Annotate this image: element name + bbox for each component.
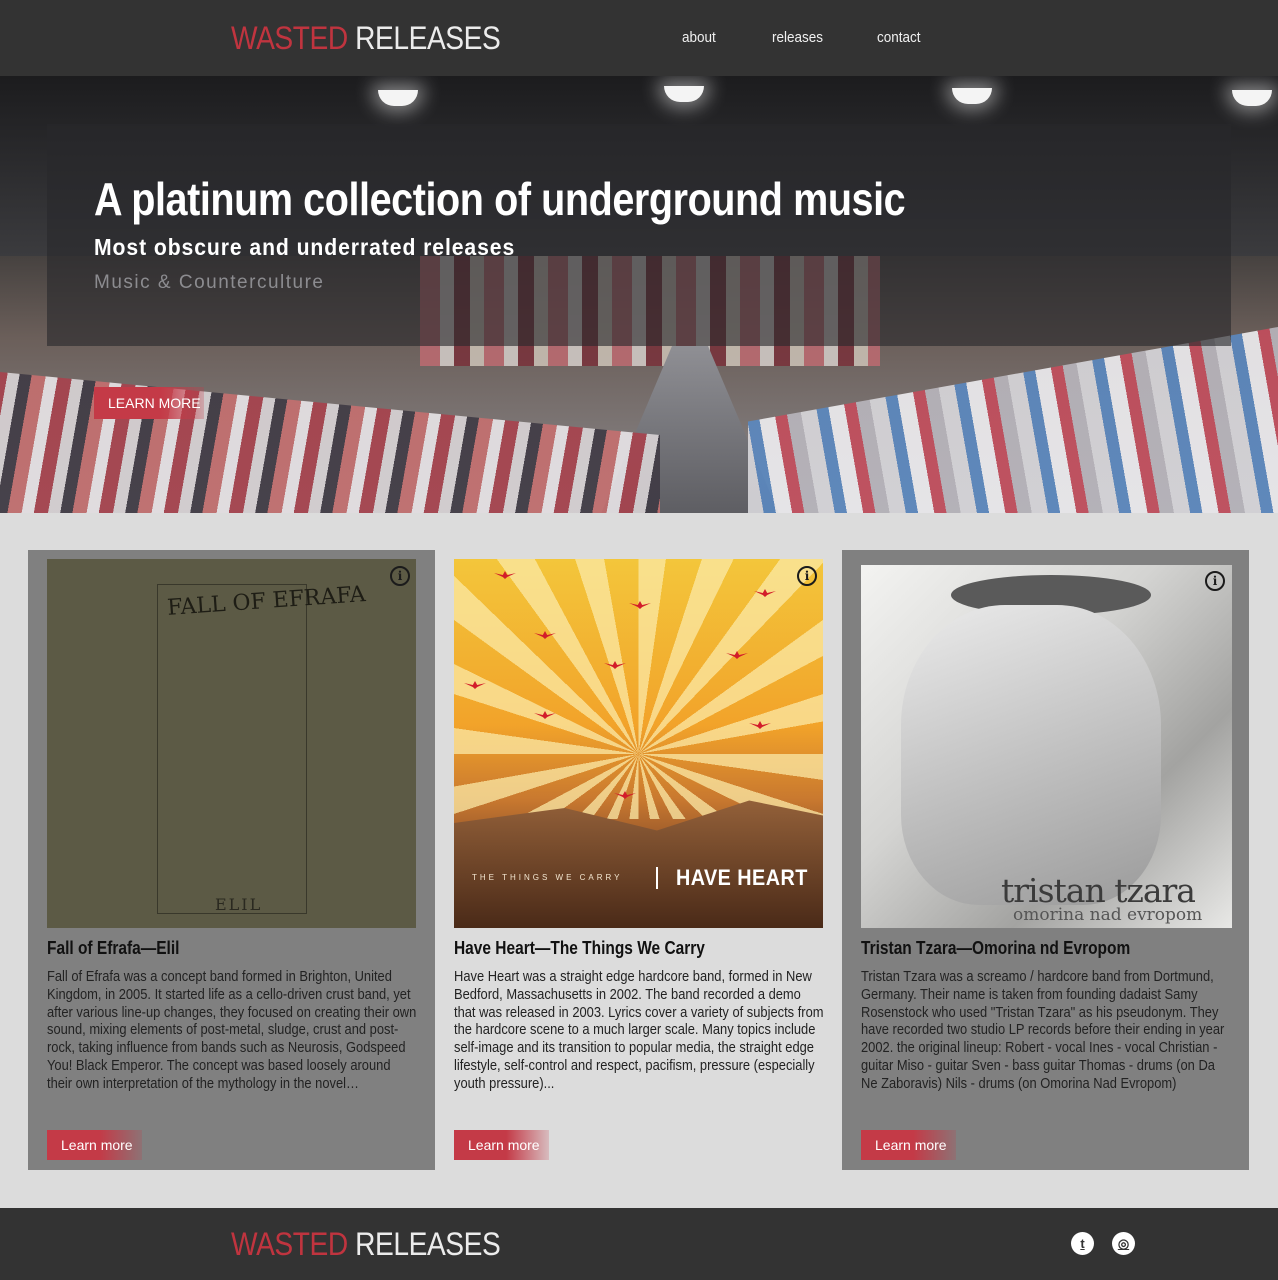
hero-subtitle: Most obscure and underrated releases xyxy=(94,234,516,260)
release-title: Tristan Tzara—Omorina nd Evropom xyxy=(861,938,1131,958)
logo-word-releases: RELEASES xyxy=(355,1226,501,1262)
album-cover-album-text: omorina nad evropom xyxy=(1013,905,1203,925)
learn-more-button[interactable]: Learn more xyxy=(47,1130,142,1160)
logo-word-wasted: WASTED xyxy=(231,1226,348,1262)
site-header: WASTED RELEASES about releases contact xyxy=(0,0,1278,76)
footer-logo[interactable]: WASTED RELEASES xyxy=(231,1224,501,1264)
album-cover-band-text: HAVE HEART xyxy=(676,865,808,890)
release-card-have-heart: THE THINGS WE CARRY HAVE HEART i Have He… xyxy=(435,550,842,1170)
album-cover-hand xyxy=(901,605,1161,905)
album-cover-sunburst xyxy=(454,559,823,819)
nav-about-link[interactable]: about xyxy=(682,29,716,46)
hero-learn-more-button[interactable]: LEARN MORE xyxy=(94,387,204,419)
album-cover-album-text: THE THINGS WE CARRY xyxy=(472,873,623,882)
twitter-icon[interactable]: t xyxy=(1071,1232,1094,1255)
album-cover-the-things-we-carry[interactable]: THE THINGS WE CARRY HAVE HEART xyxy=(454,559,823,928)
logo-word-wasted: WASTED xyxy=(231,20,348,56)
release-description: Fall of Efrafa was a concept band formed… xyxy=(47,968,417,1092)
nav-releases-link[interactable]: releases xyxy=(772,29,823,46)
release-description: Tristan Tzara was a screamo / hardcore b… xyxy=(861,968,1225,1092)
album-cover-album-text: ELIL xyxy=(215,895,263,914)
release-card-fall-of-efrafa: FALL OF EFRAFA ELIL i Fall of Efrafa—Eli… xyxy=(28,550,435,1170)
logo-word-releases: RELEASES xyxy=(355,20,501,56)
site-logo[interactable]: WASTED RELEASES xyxy=(231,18,501,58)
info-icon[interactable]: i xyxy=(1205,571,1225,591)
release-card-tristan-tzara: tristan tzara omorina nad evropom i Tris… xyxy=(842,550,1249,1170)
hero-banner: A platinum collection of underground mus… xyxy=(0,76,1278,513)
album-cover-elil[interactable]: FALL OF EFRAFA ELIL xyxy=(47,559,416,928)
info-icon[interactable]: i xyxy=(797,566,817,586)
release-title: Fall of Efrafa—Elil xyxy=(47,938,180,958)
site-footer: WASTED RELEASES t ◎ xyxy=(0,1208,1278,1280)
release-description: Have Heart was a straight edge hardcore … xyxy=(454,968,824,1092)
album-cover-omorina-nad-evropom[interactable]: tristan tzara omorina nad evropom xyxy=(861,565,1232,928)
hero-title: A platinum collection of underground mus… xyxy=(94,173,906,225)
release-title: Have Heart—The Things We Carry xyxy=(454,938,705,958)
info-icon[interactable]: i xyxy=(390,566,410,586)
nav-contact-link[interactable]: contact xyxy=(877,29,921,46)
album-cover-illustration xyxy=(157,584,307,914)
hero-kicker: Music & Counterculture xyxy=(94,272,325,293)
learn-more-button[interactable]: Learn more xyxy=(861,1130,956,1160)
album-cover-divider xyxy=(656,867,658,889)
instagram-icon[interactable]: ◎ xyxy=(1112,1232,1135,1255)
learn-more-button[interactable]: Learn more xyxy=(454,1130,549,1160)
